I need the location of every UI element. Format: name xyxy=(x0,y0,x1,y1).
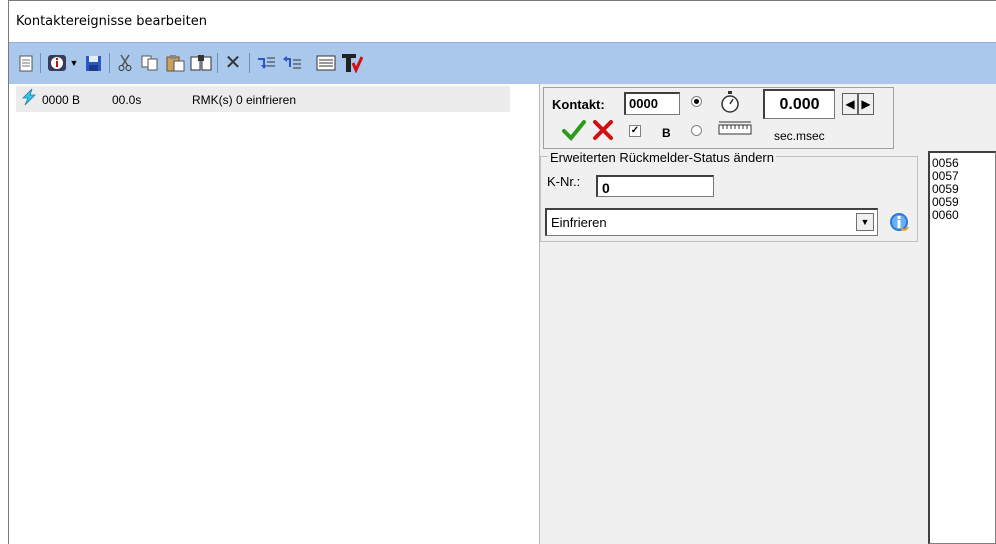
chevron-down-icon[interactable]: ▼ xyxy=(856,213,874,231)
knr-label: K-Nr.: xyxy=(547,174,581,189)
save-icon[interactable] xyxy=(83,52,103,74)
toolbar-separator xyxy=(40,53,41,73)
list-view-icon[interactable] xyxy=(314,52,338,74)
toolbar-separator xyxy=(217,53,218,73)
cut-icon[interactable] xyxy=(115,52,135,74)
find-icon[interactable] xyxy=(189,52,213,74)
arrow-right-icon: ▶ xyxy=(861,97,871,111)
b-checkbox[interactable]: ✓ xyxy=(629,125,641,137)
ruler-icon[interactable] xyxy=(718,120,752,139)
list-item[interactable]: 0059 xyxy=(932,196,959,208)
info-help-icon[interactable] xyxy=(887,210,911,237)
b-label: B xyxy=(662,126,671,140)
status-select[interactable]: Einfrieren ▼ xyxy=(545,208,878,236)
time-input[interactable]: 0.000 xyxy=(763,89,835,119)
list-item[interactable]: 0060 xyxy=(932,209,959,221)
event-time: 00.0s xyxy=(112,93,142,107)
arrow-left-icon: ◀ xyxy=(845,97,855,111)
delete-icon[interactable]: ✕ xyxy=(222,52,244,74)
copy-icon[interactable] xyxy=(140,52,160,74)
timer-mode-radio[interactable] xyxy=(691,96,702,107)
insert-after-icon[interactable] xyxy=(281,52,303,74)
cancel-button[interactable] xyxy=(592,119,614,144)
knr-input[interactable]: 0 xyxy=(596,175,714,197)
measure-mode-radio[interactable] xyxy=(691,125,702,136)
toolbar: ▼ ✕ xyxy=(9,42,996,84)
lightning-icon xyxy=(20,88,38,109)
text-format-icon[interactable] xyxy=(340,52,364,74)
event-list[interactable] xyxy=(9,84,539,544)
info-icon[interactable] xyxy=(46,52,68,74)
event-description: RMK(s) 0 einfrieren xyxy=(192,93,297,107)
toolbar-separator xyxy=(109,53,110,73)
increment-button[interactable]: ▶ xyxy=(858,93,874,115)
toolbar-separator xyxy=(249,53,250,73)
kontakt-input[interactable]: 0000 xyxy=(624,92,680,115)
list-item[interactable]: 0057 xyxy=(932,170,959,182)
stopwatch-icon[interactable] xyxy=(720,91,740,116)
paste-icon[interactable] xyxy=(164,52,186,74)
dropdown-arrow-icon[interactable]: ▼ xyxy=(69,52,79,74)
event-contact: 0000 B xyxy=(42,93,81,107)
kontakt-label: Kontakt: xyxy=(552,97,605,112)
status-group-legend: Erweiterten Rückmelder-Status ändern xyxy=(548,150,776,165)
list-item[interactable]: 0059 xyxy=(932,183,959,195)
list-item[interactable]: 0056 xyxy=(932,157,959,169)
decrement-button[interactable]: ◀ xyxy=(842,93,858,115)
status-select-value: Einfrieren xyxy=(551,215,607,230)
time-unit-label: sec.msec xyxy=(774,129,825,143)
accept-button[interactable] xyxy=(562,119,586,144)
new-document-icon[interactable] xyxy=(17,52,35,74)
window-title: Kontaktereignisse bearbeiten xyxy=(16,14,207,29)
insert-before-icon[interactable] xyxy=(255,52,277,74)
